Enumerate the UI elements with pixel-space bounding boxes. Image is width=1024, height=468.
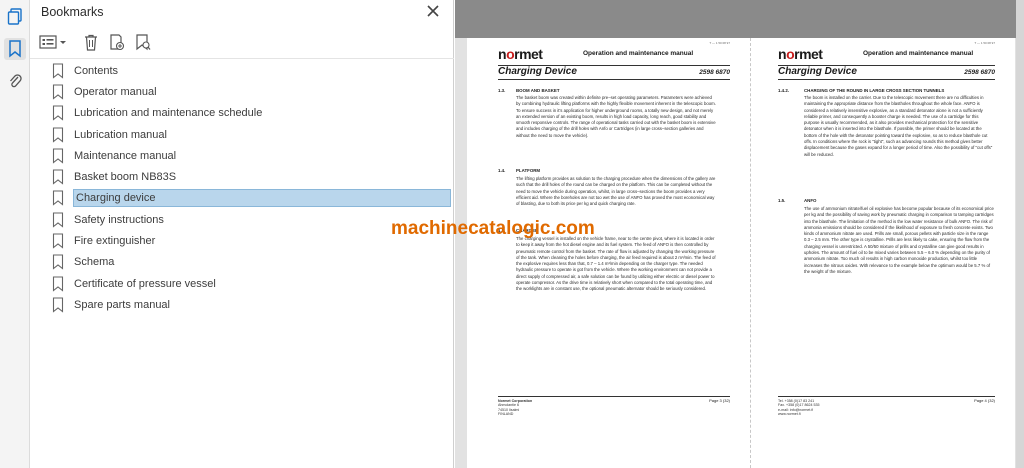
bookmark-label: Spare parts manual [74, 298, 170, 311]
panel-title: Bookmarks [41, 5, 104, 19]
bookmark-flag-icon [52, 169, 64, 185]
bookmark-label: Charging device [73, 189, 451, 208]
bookmark-label: Maintenance manual [74, 149, 177, 162]
device-title: Charging Device [778, 66, 857, 77]
page-footer: Normet Corporation Ahmolantie 6 74510 Ii… [498, 399, 533, 417]
bookmark-search-icon[interactable] [134, 32, 152, 52]
pages-icon[interactable] [4, 6, 26, 28]
bookmark-label: Safety instructions [74, 213, 164, 226]
bookmark-label: Schema [74, 256, 115, 269]
bookmark-item[interactable]: Fire extinguisher [50, 230, 450, 251]
section-text: The charging vessel is installed on the … [516, 236, 716, 292]
document-page: T — 1 50 08 97 normet Operation and main… [750, 38, 1015, 468]
bookmark-item[interactable]: Operator manual [50, 81, 450, 102]
brand-logo: normet [498, 46, 543, 62]
section-heading: 1.4. PLATFORM [498, 168, 541, 173]
brand-logo: normet [778, 46, 823, 62]
bookmark-label: Certificate of pressure vessel [74, 277, 216, 290]
close-icon[interactable] [425, 3, 441, 19]
page-code: T — 1 50 08 97 [974, 41, 995, 45]
bookmark-flag-icon [52, 233, 64, 249]
toolbar-divider [30, 58, 454, 59]
bookmark-flag-icon [52, 126, 64, 143]
bookmarks-toolbar [38, 31, 152, 53]
page-header: Operation and maintenance manual [583, 50, 694, 57]
bookmark-flag-icon [52, 190, 64, 207]
section-text: The use of ammonium nitrate/fuel oil exp… [804, 206, 994, 274]
page-footer: Tel. +358 (0)17 83 241 Fax. +358 (0)17 8… [778, 399, 820, 417]
bookmark-item[interactable]: Lubrication manual [50, 124, 450, 145]
bookmark-flag-icon [52, 105, 64, 121]
watermark-text: machinecatalogic.com [391, 218, 595, 239]
bookmark-flag-icon [52, 212, 64, 228]
section-heading: 1.5. ANFO [778, 198, 817, 203]
header-rule [498, 79, 730, 80]
delete-icon[interactable] [82, 32, 100, 52]
section-text: The boom is installed on the carrier. Du… [804, 95, 993, 157]
bookmark-label: Contents [74, 64, 119, 77]
bookmark-item[interactable]: Safety instructions [50, 209, 450, 230]
bookmark-label: Fire extinguisher [74, 235, 156, 248]
bookmark-item[interactable]: Lubrication and maintenance schedule [50, 103, 450, 124]
section-text: The lifting platform provides as solutio… [516, 176, 716, 207]
bookmark-item[interactable]: Spare parts manual [50, 294, 450, 315]
bookmark-item[interactable]: Schema [50, 252, 450, 273]
header-rule [778, 79, 995, 80]
bookmark-item-selected[interactable]: Charging device [50, 188, 451, 209]
document-page: T — 1 50 08 97 normet Operation and main… [467, 38, 750, 468]
bookmark-flag-icon [52, 84, 64, 100]
bookmark-flag-icon [52, 63, 64, 79]
page-header: Operation and maintenance manual [863, 50, 974, 57]
bookmark-icon[interactable] [4, 38, 26, 60]
bookmark-flag-icon [52, 276, 64, 292]
page-code: T — 1 50 08 97 [709, 41, 730, 45]
document-number: 2598 6870 [964, 69, 995, 76]
bookmark-item[interactable]: Contents [50, 60, 450, 81]
bookmark-item[interactable]: Basket boom NB83S [50, 166, 450, 187]
bookmark-list: Contents Operator manual Lubrication and… [50, 60, 451, 316]
viewer-gutter [455, 0, 1024, 38]
bookmark-flag-icon [52, 254, 64, 270]
navigation-rail [0, 0, 30, 468]
vertical-scrollbar[interactable] [1016, 0, 1024, 468]
bookmark-label: Lubrication and maintenance schedule [74, 107, 263, 120]
options-icon[interactable] [38, 32, 68, 52]
device-title: Charging Device [498, 66, 577, 77]
document-number: 2598 6870 [699, 69, 730, 76]
bookmark-flag-icon [52, 148, 64, 164]
bookmark-label: Operator manual [74, 85, 157, 98]
footer-rule [778, 396, 995, 397]
bookmark-item[interactable]: Certificate of pressure vessel [50, 273, 450, 294]
bookmark-flag-icon [52, 297, 64, 313]
footer-rule [498, 396, 730, 397]
bookmark-label: Lubrication manual [74, 128, 167, 141]
section-heading: 1.4.2. CHARGING OF THE ROUND IN LARGE CRO… [778, 88, 945, 93]
bookmark-item[interactable]: Maintenance manual [50, 145, 450, 166]
page-number: Page 4 (32) [974, 398, 995, 403]
page-number: Page 3 (32) [709, 398, 730, 403]
section-text: The basket boom was created within defin… [516, 95, 716, 138]
new-bookmark-icon[interactable] [108, 32, 126, 52]
attachment-icon[interactable] [4, 70, 26, 92]
section-heading: 1.3. BOOM AND BASKET [498, 88, 560, 93]
bookmark-label: Basket boom NB83S [74, 171, 177, 184]
